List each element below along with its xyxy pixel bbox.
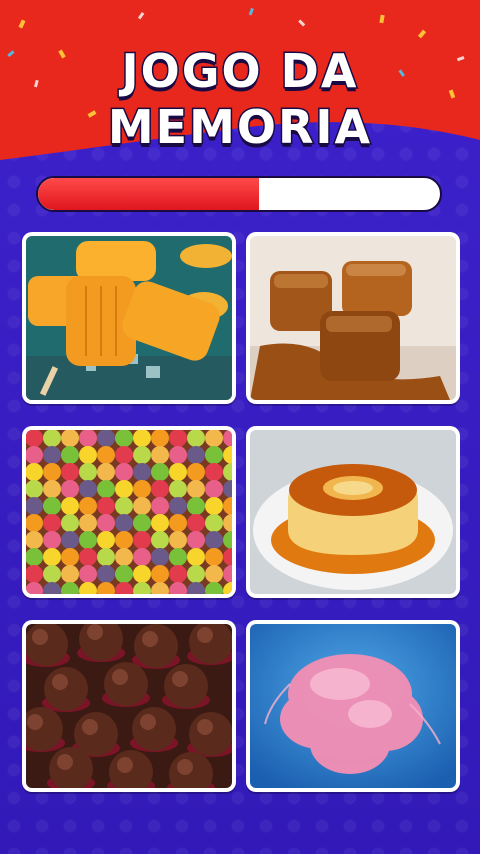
memory-card-popsicles[interactable] (22, 232, 236, 404)
memory-card-flan[interactable] (246, 426, 460, 598)
memory-card-caramels[interactable] (246, 232, 460, 404)
timer-progress-bar (36, 176, 442, 212)
flan-image (250, 430, 456, 594)
caramels-image (250, 236, 456, 400)
brigadeiros-image (26, 624, 232, 788)
memory-card-cotton-candy[interactable] (246, 620, 460, 792)
timer-progress-fill (38, 178, 260, 210)
memory-card-brigadeiros[interactable] (22, 620, 236, 792)
memory-card-gumdrops[interactable] (22, 426, 236, 598)
game-title-line1: JOGO DA (120, 43, 359, 100)
game-title-line2: MEMORIA (106, 99, 373, 156)
cotton-candy-image (250, 624, 456, 788)
popsicles-image (26, 236, 232, 400)
gumdrops-image (26, 430, 232, 594)
